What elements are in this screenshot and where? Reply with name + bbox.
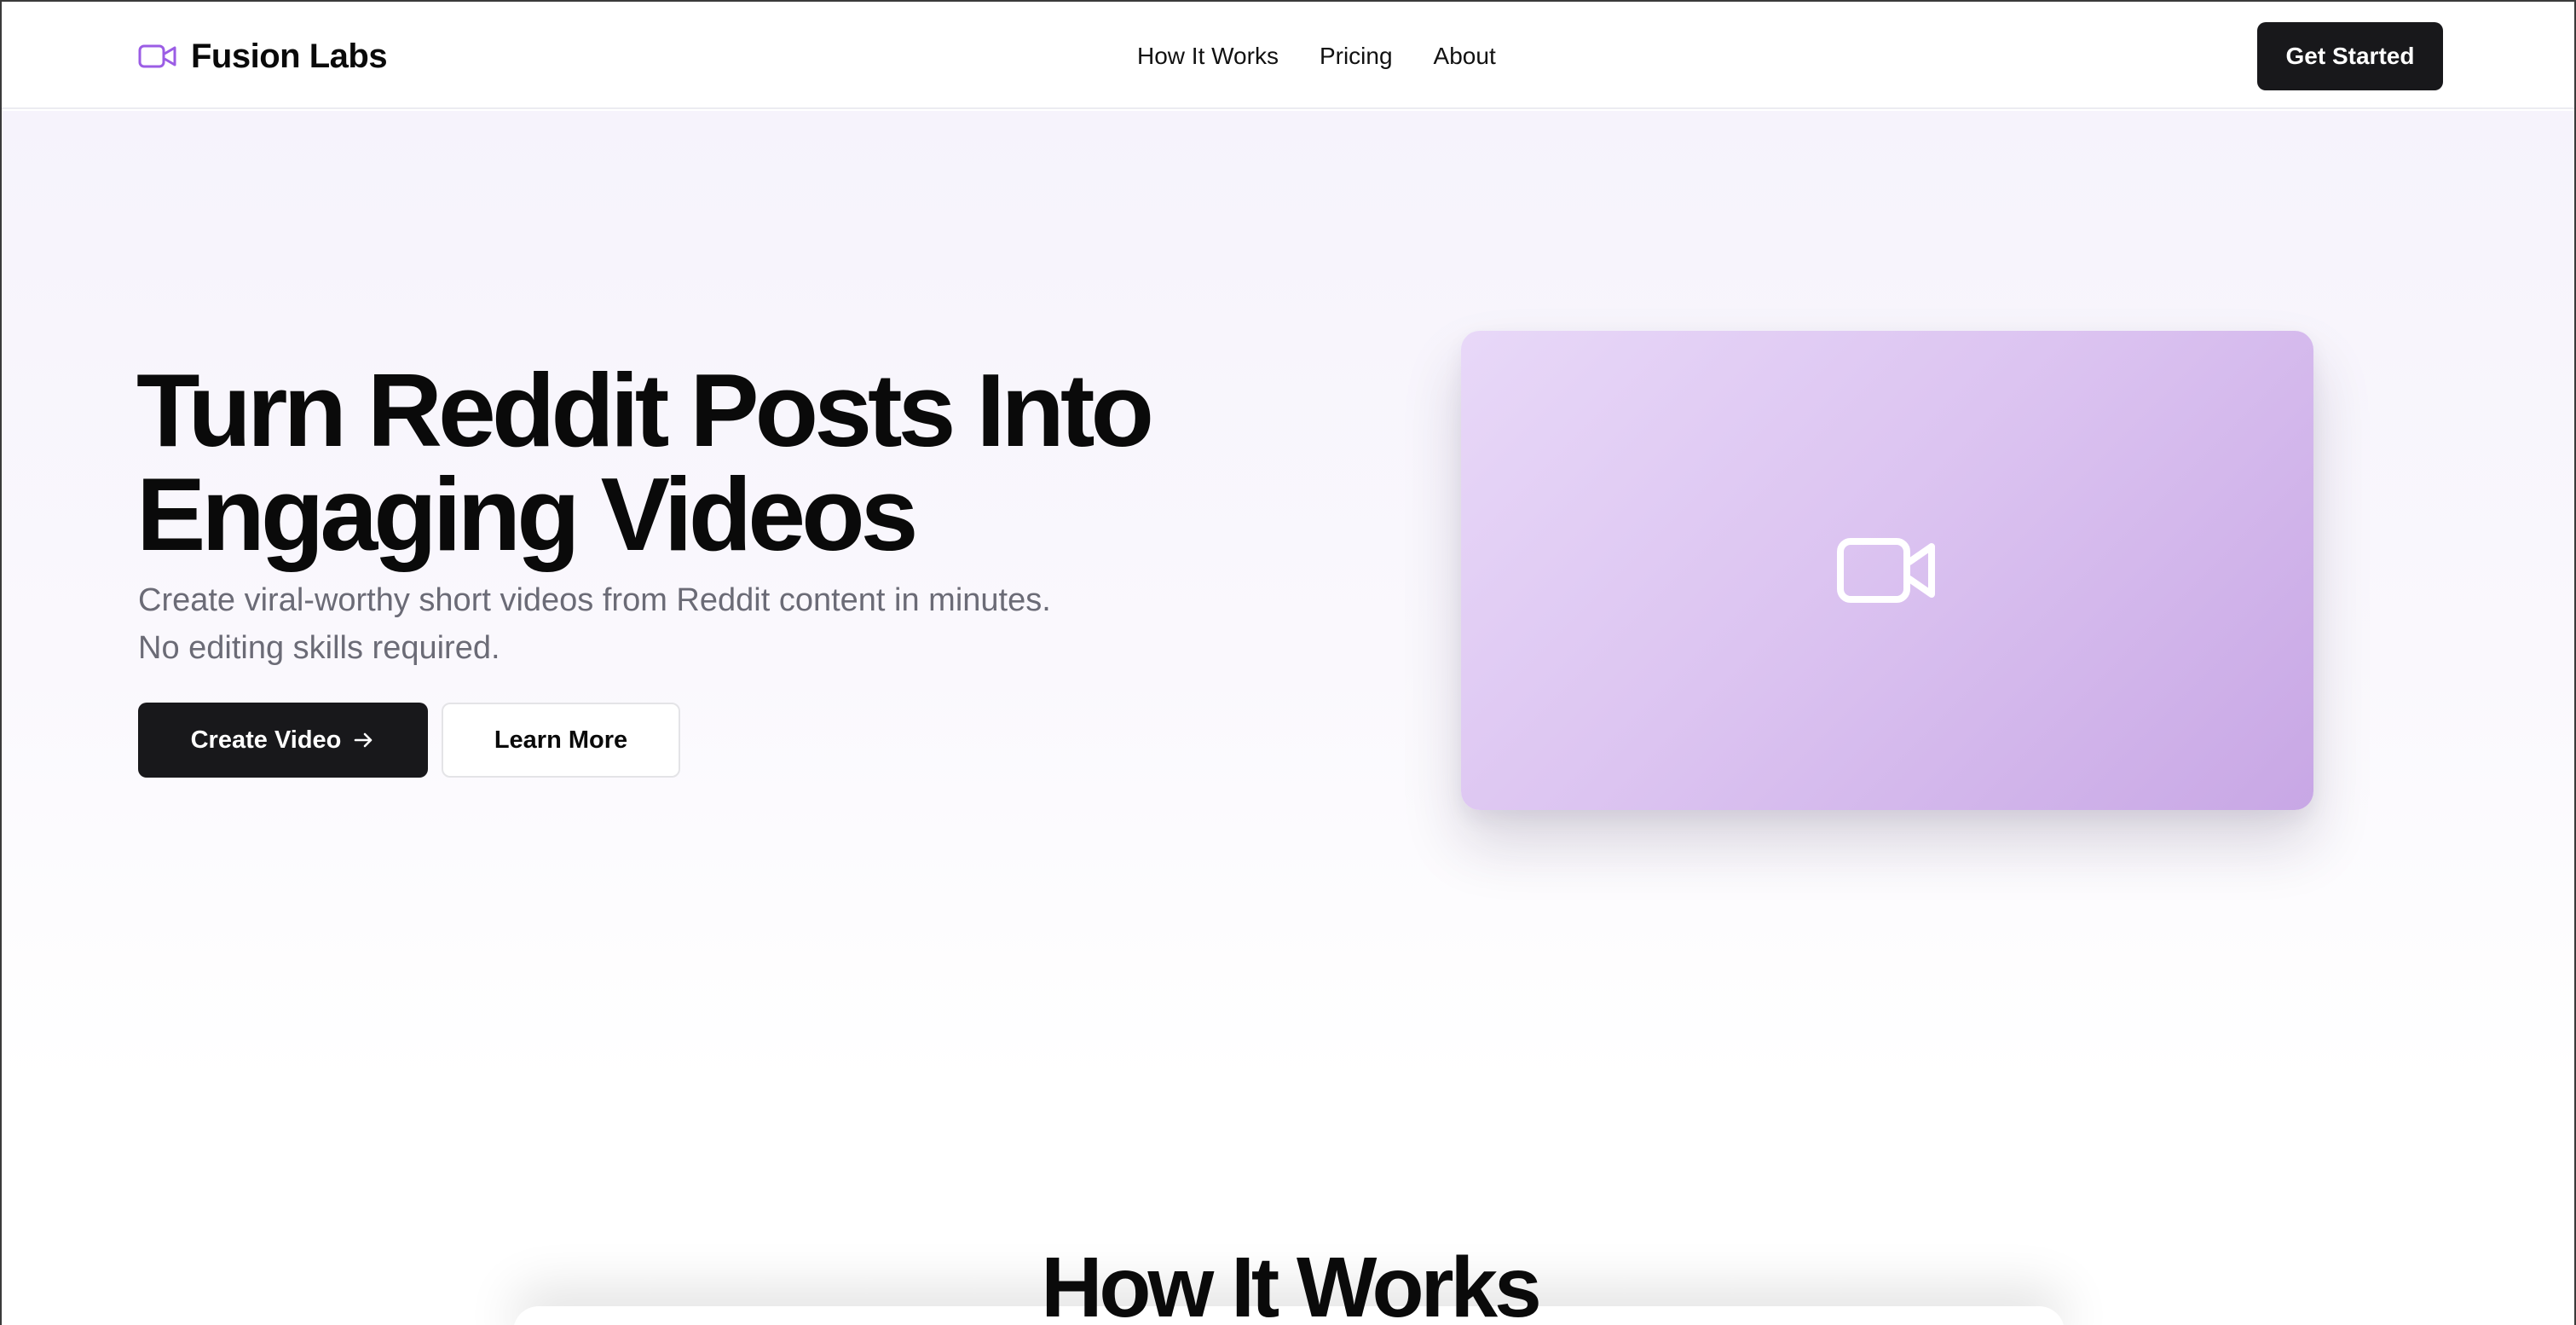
nav-about[interactable]: About bbox=[1434, 43, 1496, 70]
learn-more-label: Learn More bbox=[494, 726, 628, 754]
nav-pricing[interactable]: Pricing bbox=[1320, 43, 1393, 70]
hero-subtitle: Create viral-worthy short videos from Re… bbox=[138, 576, 1263, 672]
get-started-button[interactable]: Get Started bbox=[2257, 22, 2443, 90]
hero-title-line-2: Engaging Videos bbox=[136, 456, 918, 572]
video-preview-card bbox=[1461, 331, 2313, 810]
how-it-works-title: How It Works bbox=[1041, 1240, 1542, 1325]
hero-section: Turn Reddit Posts Into Engaging Videos Cr… bbox=[2, 111, 2574, 1325]
page: Turn Reddit Posts Into Engaging Videos Cr… bbox=[0, 0, 2576, 1325]
learn-more-button[interactable]: Learn More bbox=[442, 703, 680, 778]
brand-logo[interactable]: Fusion Labs bbox=[138, 32, 388, 80]
hero-subtitle-line-2: No editing skills required. bbox=[138, 630, 500, 666]
video-camera-icon bbox=[138, 44, 176, 68]
site-header: Fusion Labs How It Works Pricing About G… bbox=[2, 2, 2574, 109]
hero-title-line-1: Turn Reddit Posts Into bbox=[136, 352, 1154, 468]
main-nav: How It Works Pricing About bbox=[1137, 36, 1496, 77]
arrow-right-icon bbox=[355, 732, 373, 748]
hero-title: Turn Reddit Posts Into Engaging Videos bbox=[136, 358, 1245, 566]
hero-subtitle-line-1: Create viral-worthy short videos from Re… bbox=[138, 582, 1051, 618]
nav-how-it-works[interactable]: How It Works bbox=[1137, 43, 1279, 70]
brand-name: Fusion Labs bbox=[191, 37, 388, 75]
create-video-button[interactable]: Create Video bbox=[138, 703, 428, 778]
video-camera-icon bbox=[1837, 538, 1935, 603]
get-started-label: Get Started bbox=[2285, 43, 2415, 69]
create-video-label: Create Video bbox=[190, 726, 342, 754]
